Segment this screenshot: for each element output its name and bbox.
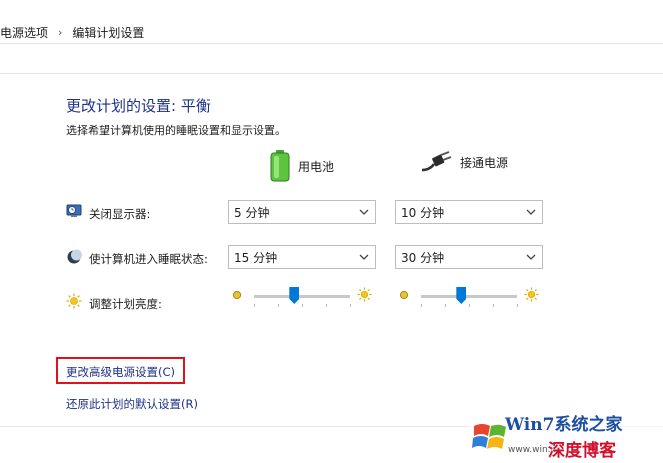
- slider-tick: [469, 304, 470, 307]
- breadcrumb: 电源选项 › 编辑计划设置: [0, 22, 663, 44]
- window-top-bar: [0, 0, 663, 20]
- breadcrumb-separator: ›: [58, 26, 63, 39]
- display-off-plugged-select[interactable]: 10 分钟: [395, 200, 543, 224]
- display-off-label: 关闭显示器:: [89, 207, 151, 221]
- sleep-plugged-select[interactable]: 30 分钟: [395, 245, 543, 269]
- page-title: 更改计划的设置: 平衡: [66, 97, 211, 115]
- breadcrumb-edit-plan: 编辑计划设置: [72, 26, 145, 40]
- sleep-plugged-value: 30 分钟: [401, 250, 445, 265]
- slider-thumb[interactable]: [456, 287, 467, 304]
- slider-tick: [302, 304, 303, 307]
- dim-brightness-icon: [232, 290, 242, 300]
- chevron-down-icon: [359, 209, 369, 215]
- chevron-down-icon: [526, 254, 536, 260]
- watermark-brand: Win7系统之家: [505, 415, 623, 435]
- brightness-label: 调整计划亮度:: [89, 297, 162, 311]
- page-subtitle: 选择希望计算机使用的睡眠设置和显示设置。: [66, 124, 286, 137]
- slider-tick: [421, 304, 422, 307]
- power-plug-icon: [421, 151, 452, 172]
- sun-icon: [66, 293, 82, 309]
- chevron-down-icon: [526, 209, 536, 215]
- slider-tick: [278, 304, 279, 307]
- slider-tick: [254, 304, 255, 307]
- brightness-plugged-slider[interactable]: [395, 284, 543, 308]
- sleep-label: 使计算机进入睡眠状态:: [89, 252, 208, 266]
- display-off-battery-select[interactable]: 5 分钟: [228, 200, 376, 224]
- plugged-label: 接通电源: [460, 155, 509, 170]
- header-divider: [0, 73, 663, 74]
- slider-track[interactable]: [421, 295, 517, 298]
- slider-tick: [326, 304, 327, 307]
- slider-tick: [493, 304, 494, 307]
- sleep-battery-value: 15 分钟: [234, 250, 278, 265]
- slider-tick: [517, 304, 518, 307]
- restore-defaults-link[interactable]: 还原此计划的默认设置(R): [66, 396, 198, 412]
- chevron-down-icon: [359, 254, 369, 260]
- slider-tick: [350, 304, 351, 307]
- monitor-clock-icon: [66, 204, 82, 217]
- column-header-plugged: 接通电源: [420, 150, 508, 174]
- bright-brightness-icon: [357, 287, 372, 302]
- battery-icon: [270, 150, 290, 182]
- display-off-plugged-value: 10 分钟: [401, 205, 445, 220]
- dim-brightness-icon: [399, 290, 409, 300]
- brightness-battery-slider[interactable]: [228, 284, 376, 308]
- slider-thumb[interactable]: [289, 287, 300, 304]
- bright-brightness-icon: [524, 287, 539, 302]
- slider-tick: [445, 304, 446, 307]
- highlight-box: [56, 357, 185, 384]
- battery-label: 用电池: [298, 159, 335, 174]
- display-off-battery-value: 5 分钟: [234, 205, 270, 220]
- sleep-battery-select[interactable]: 15 分钟: [228, 245, 376, 269]
- breadcrumb-power-options[interactable]: 电源选项: [0, 24, 48, 41]
- column-header-battery: 用电池: [270, 150, 334, 182]
- slider-track[interactable]: [254, 295, 350, 298]
- moon-icon: [67, 249, 82, 264]
- watermark-tagline: 深度博客: [548, 441, 616, 461]
